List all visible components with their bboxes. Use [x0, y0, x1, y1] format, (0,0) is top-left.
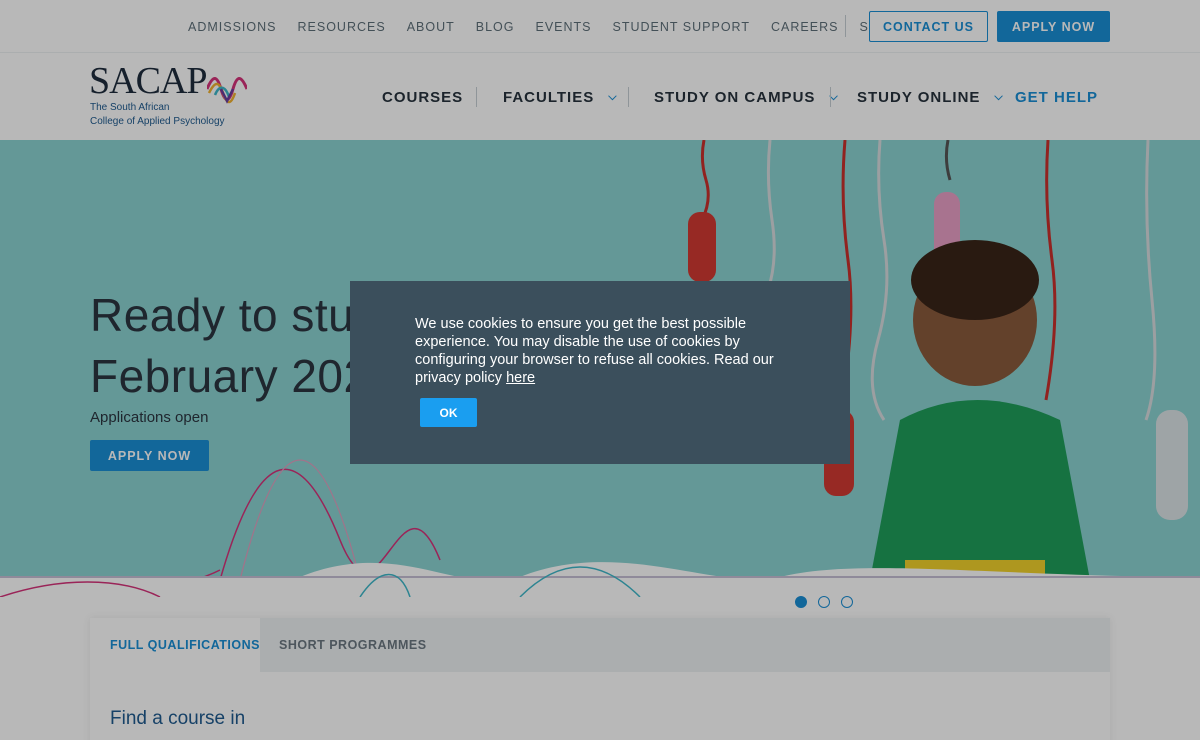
cookie-ok-button[interactable]: OK — [420, 398, 477, 427]
privacy-policy-link[interactable]: here — [506, 370, 535, 386]
cookie-consent-dialog: We use cookies to ensure you get the bes… — [350, 281, 850, 464]
cookie-text: We use cookies to ensure you get the bes… — [415, 316, 774, 386]
cookie-message: We use cookies to ensure you get the bes… — [415, 315, 785, 387]
